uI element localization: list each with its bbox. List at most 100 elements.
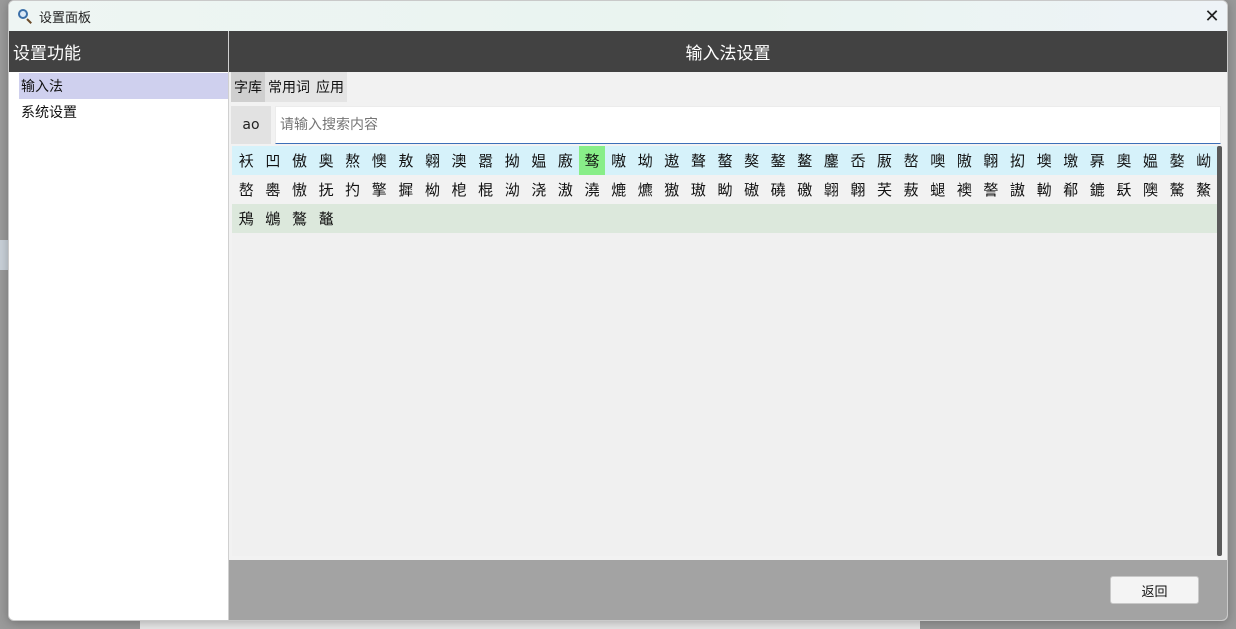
char-candidate[interactable]: 镺 xyxy=(1111,175,1138,204)
char-candidate[interactable]: 遨 xyxy=(659,146,686,175)
char-candidate[interactable]: 岙 xyxy=(845,146,872,175)
char-candidate[interactable]: 坳 xyxy=(632,146,659,175)
char-candidate[interactable]: 郩 xyxy=(1057,175,1084,204)
char-candidate[interactable]: 噢 xyxy=(924,146,951,175)
char-candidate[interactable]: 驁 xyxy=(1164,175,1191,204)
char-candidate[interactable]: 謷 xyxy=(978,175,1005,204)
char-candidate[interactable]: 岰 xyxy=(1190,146,1217,175)
char-candidate[interactable]: 翶 xyxy=(818,175,845,204)
footer-bar: 返回 xyxy=(229,560,1227,620)
char-candidate[interactable]: 擎 xyxy=(366,175,393,204)
char-candidate[interactable]: 鼇 xyxy=(313,204,340,233)
window-title: 设置面板 xyxy=(39,10,92,26)
char-candidate[interactable]: 嶴 xyxy=(260,175,287,204)
back-button[interactable]: 返回 xyxy=(1110,576,1199,604)
char-candidate[interactable]: 隞 xyxy=(951,146,978,175)
char-candidate[interactable]: 謸 xyxy=(1004,175,1031,204)
char-candidate[interactable]: 璈 xyxy=(685,175,712,204)
search-row: ao xyxy=(231,106,1221,144)
char-candidate[interactable]: 鴁 xyxy=(233,204,260,233)
char-candidate[interactable]: 鷔 xyxy=(286,204,313,233)
char-candidate[interactable]: 抝 xyxy=(1004,146,1031,175)
tab-bar: 字库 常用词 应用 xyxy=(229,72,1227,102)
char-candidate[interactable]: 媼 xyxy=(1137,146,1164,175)
char-candidate[interactable]: 厫 xyxy=(871,146,898,175)
search-input[interactable] xyxy=(275,106,1221,144)
char-candidate[interactable]: 嗷 xyxy=(605,146,632,175)
tab-apply[interactable]: 应用 xyxy=(313,72,347,102)
char-candidate[interactable]: 隩 xyxy=(1137,175,1164,204)
magnifier-icon xyxy=(17,8,33,24)
char-candidate[interactable]: 礉 xyxy=(791,175,818,204)
char-candidate[interactable]: 熝 xyxy=(605,175,632,204)
char-candidate[interactable]: 獓 xyxy=(659,175,686,204)
char-candidate[interactable]: 摨 xyxy=(393,175,420,204)
char-candidate[interactable]: 鰲 xyxy=(1190,175,1217,204)
char-candidate[interactable]: 螁 xyxy=(924,175,951,204)
char-candidate[interactable]: 墽 xyxy=(1057,146,1084,175)
char-candidate[interactable]: 澳 xyxy=(446,146,473,175)
char-candidate[interactable]: 慠 xyxy=(286,175,313,204)
char-candidate[interactable]: 鏖 xyxy=(818,146,845,175)
char-candidate[interactable]: 奧 xyxy=(1111,146,1138,175)
char-candidate[interactable]: 泑 xyxy=(499,175,526,204)
char-candidate[interactable]: 鴢 xyxy=(260,204,287,233)
title-bar: 设置面板 ✕ xyxy=(9,1,1227,31)
close-icon[interactable]: ✕ xyxy=(1197,1,1227,31)
char-row: 嶅嶴慠抚扚擎摨柪梎棍泑浇滶澆熝爊獓璈眑磝磽礉翶翺芺蔜螁襖謷謸軪郩鏕镺隩驁鰲 xyxy=(232,175,1218,204)
vertical-scrollbar[interactable] xyxy=(1217,146,1222,556)
char-candidate[interactable]: 骜 xyxy=(578,146,606,175)
sidebar-item-input-method[interactable]: 输入法 xyxy=(19,73,228,99)
char-candidate[interactable]: 芺 xyxy=(871,175,898,204)
char-candidate[interactable]: 磝 xyxy=(738,175,765,204)
char-candidate[interactable]: 翺 xyxy=(845,175,872,204)
char-candidate[interactable]: 扚 xyxy=(339,175,366,204)
char-candidate[interactable]: 梎 xyxy=(446,175,473,204)
char-candidate[interactable]: 澆 xyxy=(579,175,606,204)
char-candidate[interactable]: 拗 xyxy=(499,146,526,175)
char-candidate[interactable]: 嶅 xyxy=(233,175,260,204)
char-candidate[interactable]: 嶅 xyxy=(898,146,925,175)
char-candidate[interactable]: 袄 xyxy=(233,146,260,175)
tab-common-words[interactable]: 常用词 xyxy=(265,72,313,102)
char-candidate[interactable]: 抚 xyxy=(313,175,340,204)
char-row: 鴁鴢鷔鼇 xyxy=(232,204,1218,233)
settings-dialog: 设置面板 ✕ 设置功能 输入法 系统设置 输入法设置 字库 常用词 应用 ao … xyxy=(8,0,1228,621)
char-candidate[interactable]: 墺 xyxy=(1031,146,1058,175)
char-candidate[interactable]: 傲 xyxy=(286,146,313,175)
char-candidate[interactable]: 媪 xyxy=(526,146,553,175)
char-candidate[interactable]: 敖 xyxy=(393,146,420,175)
char-candidate[interactable]: 凹 xyxy=(260,146,287,175)
char-candidate[interactable]: 翺 xyxy=(978,146,1005,175)
char-candidate[interactable]: 軪 xyxy=(1031,175,1058,204)
char-candidate[interactable]: 獒 xyxy=(738,146,765,175)
char-candidate[interactable]: 熬 xyxy=(339,146,366,175)
char-candidate[interactable]: 聱 xyxy=(685,146,712,175)
char-candidate[interactable]: 翱 xyxy=(419,146,446,175)
char-candidate[interactable]: 螯 xyxy=(712,146,739,175)
char-candidate[interactable]: 廒 xyxy=(552,146,579,175)
character-grid: 袄凹傲奥熬懊敖翱澳嚣拗媪廒骜嗷坳遨聱螯獒鏊鳌鏖岙厫嶅噢隞翺抝墺墽奡奧媼嫯岰嶅嶴慠… xyxy=(232,146,1218,556)
sidebar-item-system-settings[interactable]: 系统设置 xyxy=(19,99,228,125)
tab-char-library[interactable]: 字库 xyxy=(231,72,265,102)
char-candidate[interactable]: 柪 xyxy=(419,175,446,204)
char-candidate[interactable]: 鏊 xyxy=(765,146,792,175)
char-candidate[interactable]: 嫯 xyxy=(1164,146,1191,175)
sidebar-header: 设置功能 xyxy=(9,31,228,72)
char-candidate[interactable]: 奡 xyxy=(1084,146,1111,175)
char-row: 袄凹傲奥熬懊敖翱澳嚣拗媪廒骜嗷坳遨聱螯獒鏊鳌鏖岙厫嶅噢隞翺抝墺墽奡奧媼嫯岰 xyxy=(232,146,1218,175)
char-candidate[interactable]: 懊 xyxy=(366,146,393,175)
char-candidate[interactable]: 鳌 xyxy=(791,146,818,175)
char-candidate[interactable]: 襖 xyxy=(951,175,978,204)
char-candidate[interactable]: 浇 xyxy=(526,175,553,204)
char-candidate[interactable]: 磽 xyxy=(765,175,792,204)
char-candidate[interactable]: 棍 xyxy=(472,175,499,204)
char-candidate[interactable]: 爊 xyxy=(632,175,659,204)
char-candidate[interactable]: 滶 xyxy=(552,175,579,204)
char-candidate[interactable]: 眑 xyxy=(712,175,739,204)
char-candidate[interactable]: 奥 xyxy=(313,146,340,175)
char-candidate[interactable]: 嚣 xyxy=(472,146,499,175)
char-candidate[interactable]: 蔜 xyxy=(898,175,925,204)
sidebar-menu: 输入法 系统设置 xyxy=(9,72,228,125)
char-candidate[interactable]: 鏕 xyxy=(1084,175,1111,204)
